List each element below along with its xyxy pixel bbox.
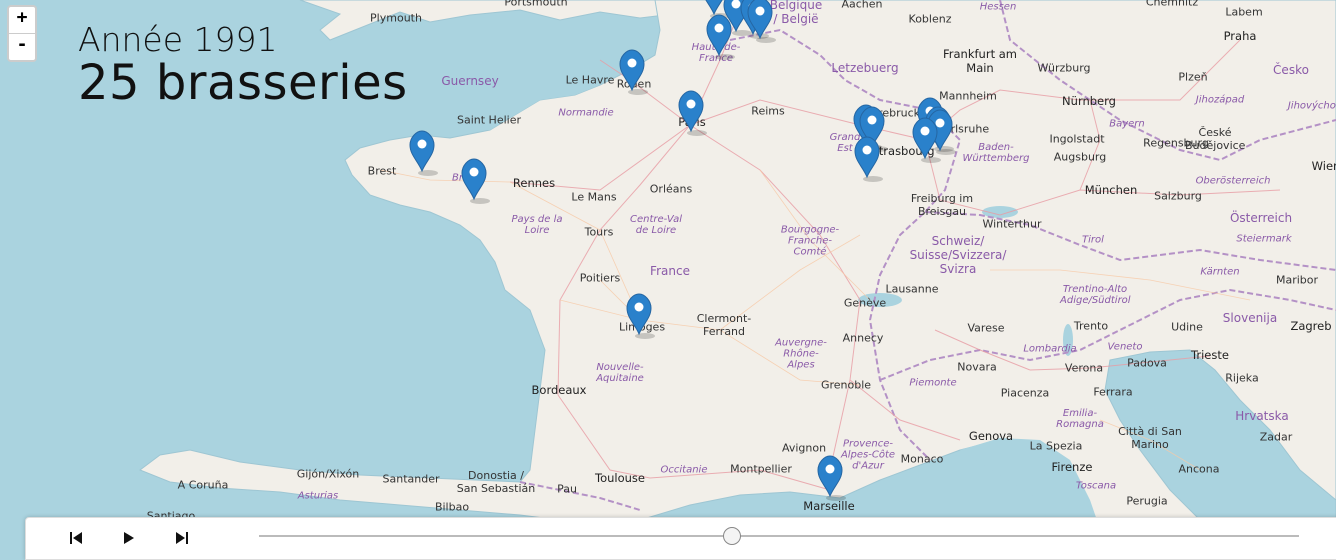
timeline-track[interactable] (259, 535, 1299, 537)
brewery-count-label: 25 brasseries (78, 55, 408, 111)
year-label: Année 1991 (78, 20, 278, 59)
skip-back-icon (70, 532, 82, 544)
play-button[interactable] (114, 524, 142, 552)
skip-forward-icon (176, 532, 188, 544)
timeline-slider-handle[interactable] (723, 527, 742, 545)
zoom-in-button[interactable]: + (9, 7, 35, 33)
timeline-control (25, 517, 1336, 560)
play-icon (124, 532, 134, 544)
skip-back-button[interactable] (62, 524, 90, 552)
zoom-out-button[interactable]: - (9, 33, 35, 60)
zoom-control: + - (7, 5, 37, 62)
skip-forward-button[interactable] (168, 524, 196, 552)
title-overlay: Année 1991 25 brasseries (78, 20, 408, 111)
